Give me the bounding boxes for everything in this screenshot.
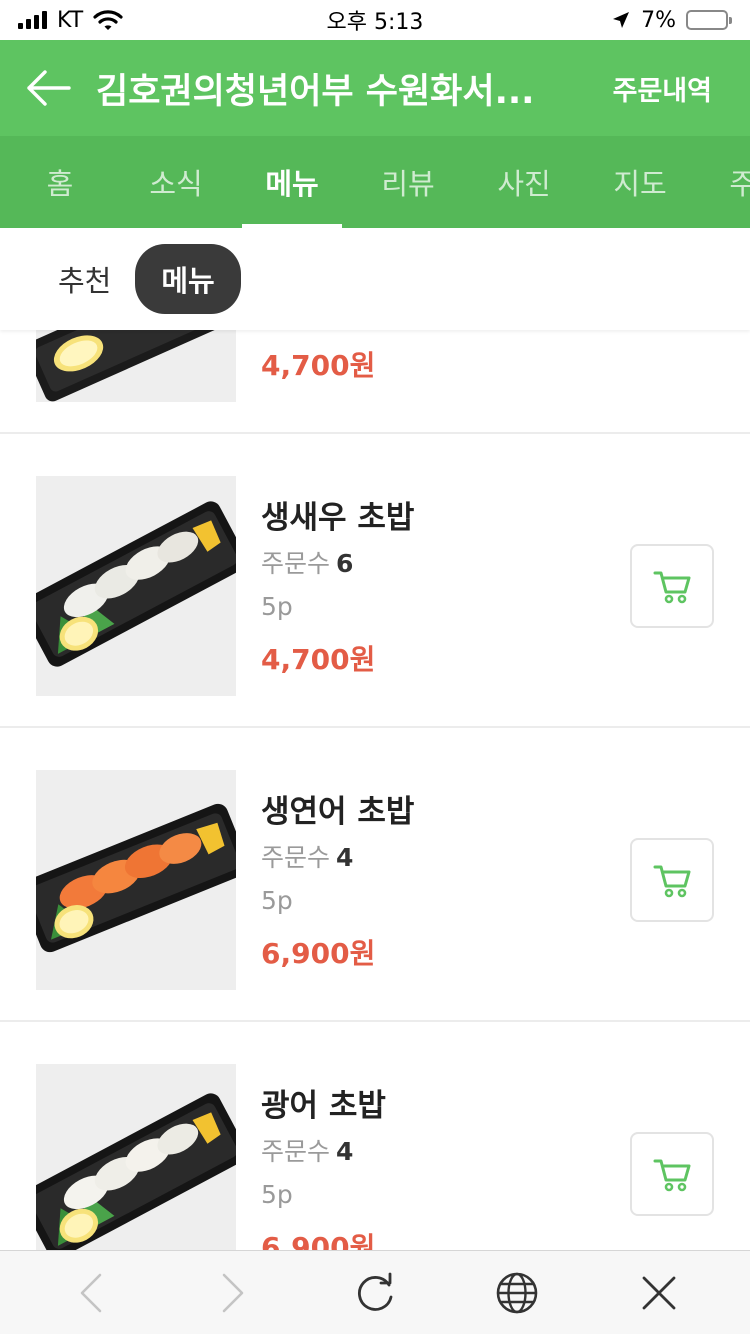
globe-icon [496,1272,538,1313]
menu-item[interactable]: 광어 초밥 주문수 4 5p 6,900원 [0,1022,750,1250]
chevron-left-icon [80,1273,102,1312]
forward-nav-button[interactable] [193,1253,273,1333]
app-header: 김호권의청년어부 수원화서... 주문내역 [0,40,750,136]
subtab-menu[interactable]: 메뉴 [135,244,241,314]
menu-item-portion: 5p [261,1180,293,1209]
battery-label: 7% [641,7,676,33]
close-button[interactable] [619,1253,699,1333]
order-count-value: 6 [336,549,354,578]
status-left: KT [18,8,123,33]
status-right: 7% [611,7,732,33]
back-button[interactable] [0,40,96,136]
add-to-cart-button[interactable] [630,838,714,922]
menu-item-price: 6,900원 [261,937,376,970]
arrow-left-icon [27,70,71,106]
reload-icon [358,1272,393,1311]
menu-item-name: 광어 초밥 [261,1088,386,1124]
cart-icon [653,571,691,604]
tab-home[interactable]: 홈 [2,136,118,228]
tab-photo[interactable]: 사진 [466,136,582,228]
cart-icon [653,865,691,898]
menu-item-price: 4,700원 [261,349,376,382]
signal-icon [18,11,47,29]
reload-button[interactable] [335,1253,415,1333]
menu-item[interactable]: 4,700원 [0,330,750,434]
menu-item-portion: 5p [261,592,293,621]
order-count-value: 4 [336,843,354,872]
chevron-right-icon [222,1273,244,1312]
carrier-label: KT [57,7,84,33]
add-to-cart-button[interactable] [630,544,714,628]
order-count-label: 주문수 [261,843,331,872]
menu-subtabs: 추천 메뉴 [0,228,750,330]
browser-toolbar [0,1250,750,1334]
globe-button[interactable] [477,1253,557,1333]
tab-news[interactable]: 소식 [118,136,234,228]
menu-item-name: 생연어 초밥 [261,794,415,830]
battery-icon [686,10,732,30]
menu-item-photo [36,1064,236,1250]
tab-menu[interactable]: 메뉴 [234,136,350,228]
order-count-label: 주문수 [261,549,331,578]
order-count-label: 주문수 [261,1137,331,1166]
menu-item-name: 생새우 초밥 [261,500,415,536]
menu-item[interactable]: 생연어 초밥 주문수 4 5p 6,900원 [0,728,750,1022]
back-nav-button[interactable] [51,1253,131,1333]
menu-item-photo [36,476,236,696]
add-to-cart-button[interactable] [630,1132,714,1216]
order-count-value: 4 [336,1137,354,1166]
menu-item-photo [36,330,236,402]
menu-item-photo [36,770,236,990]
close-icon [642,1276,676,1309]
menu-item-price: 6,900원 [261,1231,376,1250]
menu-item-order-count: 주문수 4 [261,1132,353,1168]
tab-nearby[interactable]: 주변 [698,136,750,228]
store-title: 김호권의청년어부 수원화서... [96,71,535,112]
cart-icon [653,1159,691,1192]
menu-item-portion: 5p [261,886,293,915]
order-history-button[interactable]: 주문내역 [613,69,750,108]
status-bar: KT 오후 5:13 7% [0,0,750,40]
tab-review[interactable]: 리뷰 [350,136,466,228]
tab-map[interactable]: 지도 [582,136,698,228]
wifi-icon [93,10,123,30]
menu-item-order-count: 주문수 4 [261,838,353,874]
menu-item-price: 4,700원 [261,643,376,676]
subtab-recommended[interactable]: 추천 [58,258,111,300]
menu-item-order-count: 주문수 6 [261,544,353,580]
menu-item[interactable]: 생새우 초밥 주문수 6 5p 4,700원 [0,434,750,728]
app-screen: KT 오후 5:13 7% 김호권의청년어부 수원화서... 주문내역 홈 소식… [0,0,750,1334]
store-tabs: 홈 소식 메뉴 리뷰 사진 지도 주변 [0,136,750,228]
location-arrow-icon [613,12,630,28]
menu-list: 4,700원 생새우 초밥 주문수 6 5p 4,700원 생연어 초밥 주문수… [0,330,750,1250]
